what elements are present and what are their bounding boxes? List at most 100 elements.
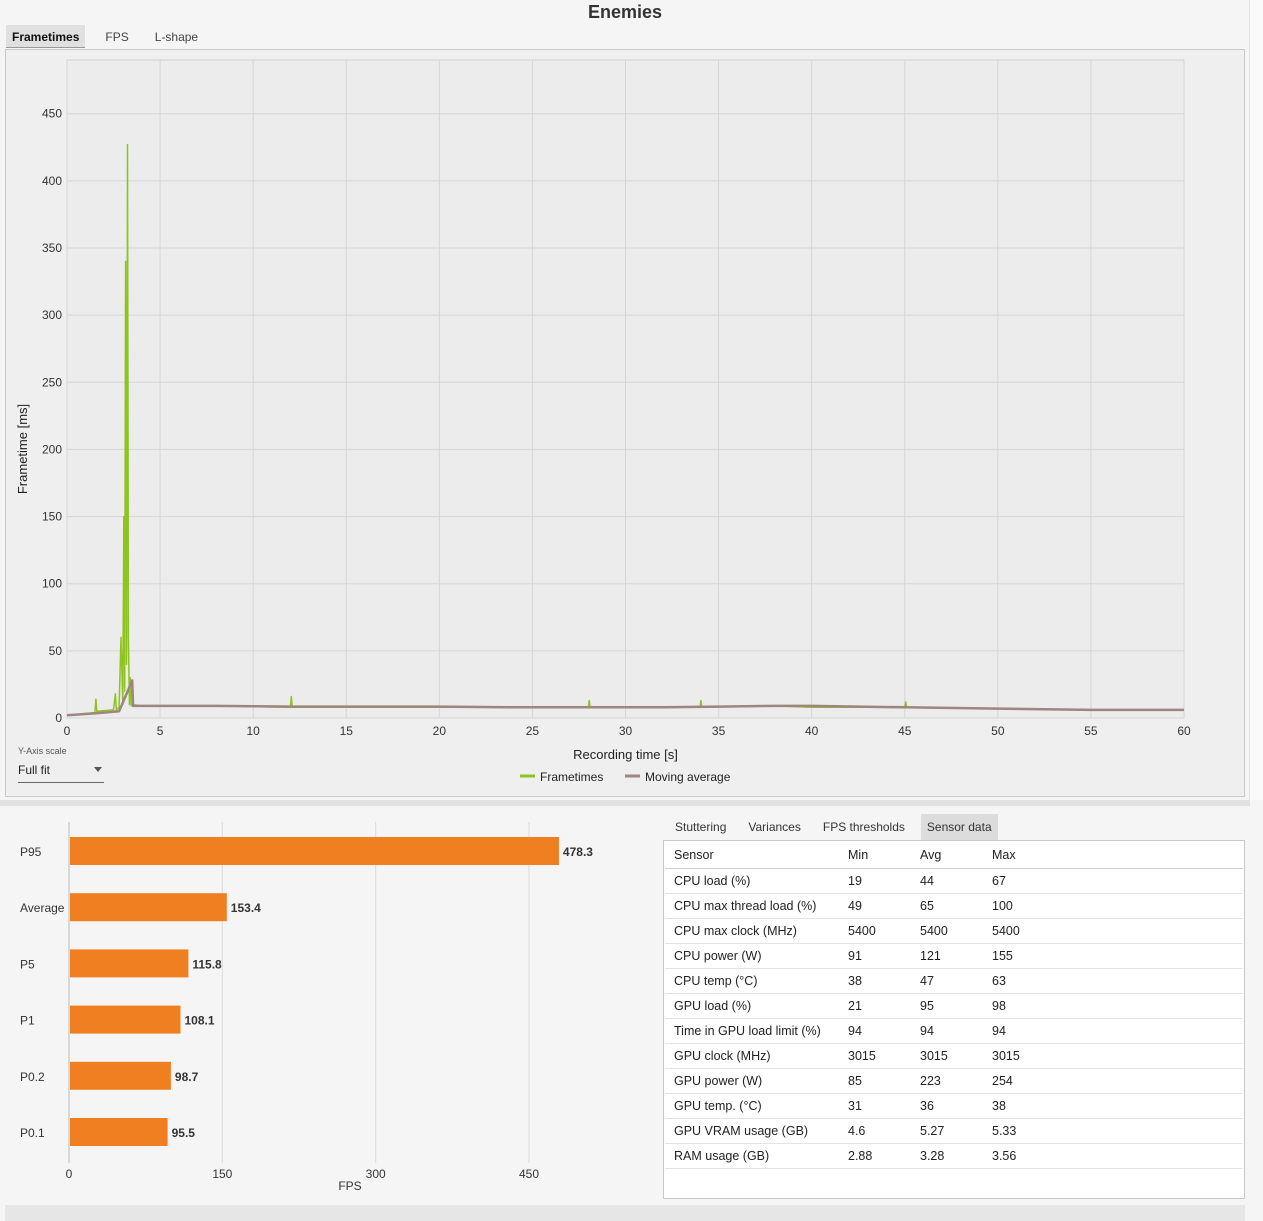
tab-sensor-data[interactable]: Sensor data [920,814,998,840]
fps-bar [70,1005,181,1034]
avg-cell: 47 [920,974,934,988]
max-cell: 254 [992,1074,1013,1088]
table-row[interactable]: CPU temp (°C) 38 47 63 [665,969,1243,994]
max-cell: 3.56 [992,1149,1017,1163]
bar-category-label: P95 [20,845,42,859]
tab-variances[interactable]: Variances [742,814,806,840]
table-row[interactable]: CPU max clock (MHz) 5400 5400 5400 [665,919,1243,944]
x-tick-label: 0 [66,1167,73,1181]
table-row[interactable]: GPU VRAM usage (GB) 4.6 5.27 5.33 [665,1119,1243,1144]
avg-cell: 5.27 [920,1124,945,1138]
y-tick-label: 250 [42,375,62,389]
table-row[interactable]: Time in GPU load limit (%) 94 94 94 [665,1019,1243,1044]
table-row[interactable]: RAM usage (GB) 2.88 3.28 3.56 [665,1144,1243,1169]
y-axis-scale-label: Y-Axis scale [18,746,67,756]
table-row[interactable]: GPU load (%) 21 95 98 [665,994,1243,1019]
avg-cell: 223 [920,1074,941,1088]
sensor-table: Sensor Min Avg Max CPU load (%) 19 44 67 CPU… [665,842,1243,1169]
avg-cell: 65 [920,899,934,913]
bar-value-label: 98.7 [175,1070,199,1084]
sensor-name-cell: GPU temp. (°C) [674,1099,762,1113]
avg-cell: 95 [920,999,934,1013]
max-cell: 94 [992,1024,1006,1038]
bar-category-label: P1 [20,1014,35,1028]
avg-cell: 3015 [920,1049,948,1063]
bar-value-label: 95.5 [172,1126,196,1140]
sensor-name-cell: GPU VRAM usage (GB) [674,1124,809,1138]
x-tick-label: 150 [212,1167,232,1181]
max-cell: 5400 [992,924,1020,938]
min-cell: 2.88 [848,1149,873,1163]
avg-cell: 121 [920,949,941,963]
sensor-name-cell: GPU load (%) [674,999,752,1013]
chevron-down-icon [94,767,102,772]
table-header-row: Sensor Min Avg Max [665,842,1243,869]
max-cell: 63 [992,974,1006,988]
avg-cell: 3.28 [920,1149,945,1163]
table-row[interactable]: CPU load (%) 19 44 67 [665,869,1243,894]
y-axis-scale-control: Y-Axis scale Full fit [18,746,104,783]
min-cell: 4.6 [848,1124,866,1138]
tab-fps-thresholds[interactable]: FPS thresholds [817,814,911,840]
fps-bar [70,949,189,978]
y-tick-label: 350 [42,241,62,255]
bar-value-label: 115.8 [192,957,222,971]
y-tick-label: 200 [42,442,62,456]
column-header-avg[interactable]: Avg [920,848,992,862]
x-tick-label: 20 [433,724,447,738]
sensor-name-cell: GPU power (W) [674,1074,763,1088]
x-axis-title: Recording time [s] [573,747,678,762]
fps-bar [70,1061,171,1090]
max-cell: 3015 [992,1049,1020,1063]
bar-value-label: 153.4 [231,901,261,915]
sensor-name-cell: CPU max clock (MHz) [674,924,797,938]
max-cell: 5.33 [992,1124,1017,1138]
min-cell: 5400 [848,924,876,938]
vertical-scrollbar[interactable] [1249,0,1263,800]
table-row[interactable]: CPU power (W) 91 121 155 [665,944,1243,969]
bar-category-label: P5 [20,957,35,971]
y-tick-label: 150 [42,510,62,524]
x-tick-label: 30 [619,724,633,738]
sensor-name-cell: GPU clock (MHz) [674,1049,771,1063]
x-tick-label: 45 [898,724,912,738]
table-row[interactable]: CPU max thread load (%) 49 65 100 [665,894,1243,919]
avg-cell: 94 [920,1024,934,1038]
table-row[interactable]: GPU power (W) 85 223 254 [665,1069,1243,1094]
min-cell: 19 [848,874,862,888]
sensor-name-cell: CPU power (W) [674,949,762,963]
y-tick-label: 100 [42,577,62,591]
table-row[interactable]: GPU temp. (°C) 31 36 38 [665,1094,1243,1119]
y-tick-label: 400 [42,174,62,188]
table-row[interactable]: GPU clock (MHz) 3015 3015 3015 [665,1044,1243,1069]
column-header-min[interactable]: Min [848,848,920,862]
x-tick-label: 10 [246,724,260,738]
min-cell: 94 [848,1024,862,1038]
avg-cell: 36 [920,1099,934,1113]
x-tick-label: 35 [712,724,726,738]
bar-category-label: Average [20,901,65,915]
bar-value-label: 108.1 [185,1014,215,1028]
x-tick-label: 450 [519,1167,539,1181]
x-tick-label: 50 [991,724,1005,738]
min-cell: 21 [848,999,862,1013]
column-header-max[interactable]: Max [992,848,1064,862]
bar-category-label: P0.2 [20,1070,45,1084]
sensor-name-cell: CPU max thread load (%) [674,899,817,913]
tab-stuttering[interactable]: Stuttering [669,814,732,840]
max-cell: 100 [992,899,1013,913]
max-cell: 67 [992,874,1006,888]
x-tick-label: 5 [157,724,164,738]
avg-cell: 44 [920,874,934,888]
column-header-sensor[interactable]: Sensor [665,848,848,862]
x-tick-label: 55 [1084,724,1098,738]
y-axis-scale-dropdown[interactable]: Full fit [18,761,104,783]
x-tick-label: 0 [64,724,71,738]
max-cell: 98 [992,999,1006,1013]
min-cell: 3015 [848,1049,876,1063]
legend-label: Moving average [645,770,731,784]
fps-bar [70,1118,168,1146]
horizontal-scrollbar[interactable] [5,1205,1245,1221]
sensor-name-cell: Time in GPU load limit (%) [674,1024,821,1038]
sensor-name-cell: RAM usage (GB) [674,1149,770,1163]
